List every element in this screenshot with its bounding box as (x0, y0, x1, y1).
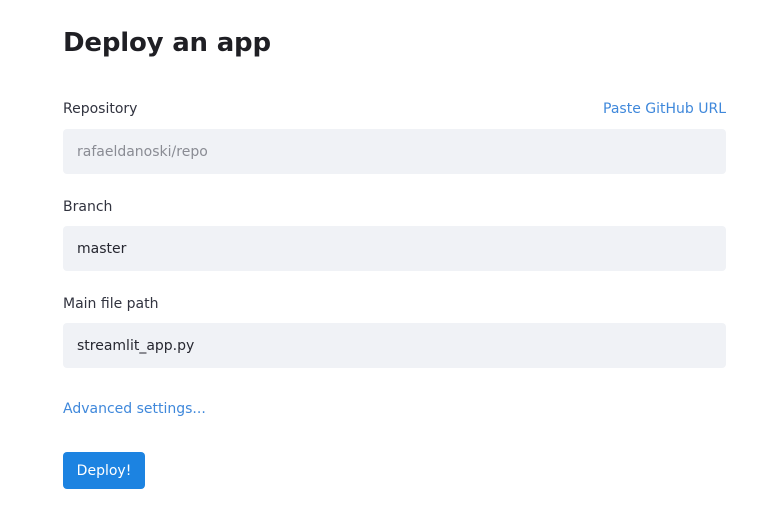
deploy-app-page: Deploy an app Repository Paste GitHub UR… (0, 0, 768, 513)
main-file-path-label: Main file path (63, 296, 159, 312)
repository-label: Repository (63, 101, 138, 117)
main-file-path-input[interactable] (63, 323, 726, 368)
branch-input[interactable] (63, 226, 726, 271)
page-title: Deploy an app (63, 28, 271, 58)
branch-label: Branch (63, 199, 113, 215)
paste-github-url-link[interactable]: Paste GitHub URL (603, 101, 726, 117)
deploy-button[interactable]: Deploy! (63, 452, 145, 489)
advanced-settings-link[interactable]: Advanced settings... (63, 401, 206, 417)
repository-input[interactable] (63, 129, 726, 174)
